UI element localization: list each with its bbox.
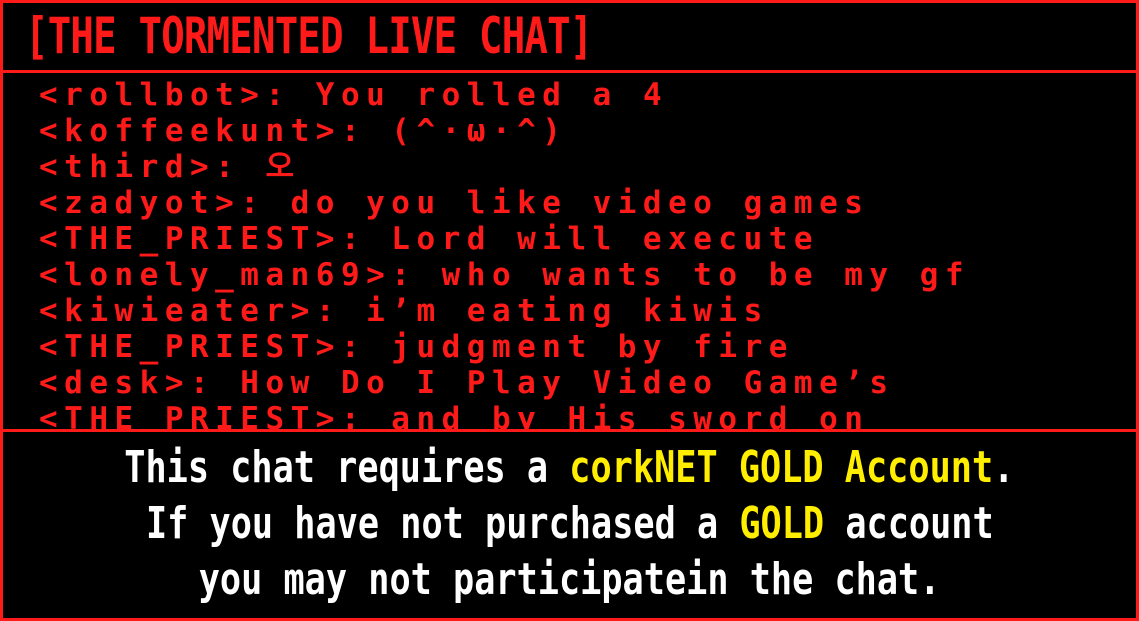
chat-message: <third>: 오	[39, 150, 301, 184]
chat-message: <THE_PRIEST>: Lord will execute	[39, 222, 819, 256]
message-user: <koffeekunt>	[39, 113, 341, 149]
notice-text: account	[823, 498, 994, 549]
message-text: : and by His sword on	[340, 401, 870, 432]
notice-text: you may not participatein the chat.	[198, 554, 941, 605]
message-text: : i’m eating kiwis	[315, 293, 769, 329]
message-user: <THE_PRIEST>	[39, 329, 341, 365]
notice-line-3: you may not participatein the chat.	[3, 554, 1136, 606]
message-text: : 오	[215, 149, 301, 185]
notice-text: .	[993, 442, 1015, 493]
gold-account-link[interactable]: corkNET GOLD Account	[569, 442, 993, 493]
message-user: <lonely_man69>	[39, 257, 392, 293]
notice-text: If you have not purchased a	[145, 498, 740, 549]
chat-window: [THE TORMENTED LIVE CHAT] <rollbot>: You…	[0, 0, 1139, 621]
message-user: <kiwieater>	[39, 293, 316, 329]
message-text: : How Do I Play Video Game’s	[189, 365, 895, 401]
title-bar: [THE TORMENTED LIVE CHAT]	[3, 3, 1136, 73]
message-user: <THE_PRIEST>	[39, 401, 341, 432]
message-user: <zadyot>	[39, 185, 241, 221]
message-text: : You rolled a 4	[265, 77, 669, 113]
chat-log[interactable]: <rollbot>: You rolled a 4 <koffeekunt>: …	[3, 73, 1136, 432]
gold-account-notice: This chat requires a corkNET GOLD Accoun…	[3, 432, 1136, 618]
chat-message: <desk>: How Do I Play Video Game’s	[39, 366, 895, 400]
gold-keyword: GOLD	[739, 498, 824, 549]
chat-message: <kiwieater>: i’m eating kiwis	[39, 294, 769, 328]
chat-message: <THE_PRIEST>: and by His sword on	[39, 401, 870, 432]
message-text: : Lord will execute	[340, 221, 820, 257]
notice-text: This chat requires a	[124, 442, 570, 493]
message-user: <third>	[39, 149, 216, 185]
message-text: : judgment by fire	[340, 329, 794, 365]
message-text: : do you like video games	[240, 185, 870, 221]
message-user: <rollbot>	[39, 77, 266, 113]
chat-message: <koffeekunt>: (^·ω·^)	[39, 114, 567, 148]
message-user: <desk>	[39, 365, 190, 401]
message-user: <THE_PRIEST>	[39, 221, 341, 257]
notice-line-1: This chat requires a corkNET GOLD Accoun…	[3, 442, 1136, 494]
chat-message: <zadyot>: do you like video games	[39, 186, 869, 220]
message-text: : (^·ω·^)	[340, 113, 568, 149]
chat-message: <THE_PRIEST>: judgment by fire	[39, 330, 794, 364]
chat-title: [THE TORMENTED LIVE CHAT]	[25, 7, 593, 65]
chat-message: <rollbot>: You rolled a 4	[39, 78, 668, 112]
notice-line-2: If you have not purchased a GOLD account	[3, 498, 1136, 550]
message-text: : who wants to be my gf	[391, 257, 971, 293]
chat-message: <lonely_man69>: who wants to be my gf	[39, 258, 970, 292]
